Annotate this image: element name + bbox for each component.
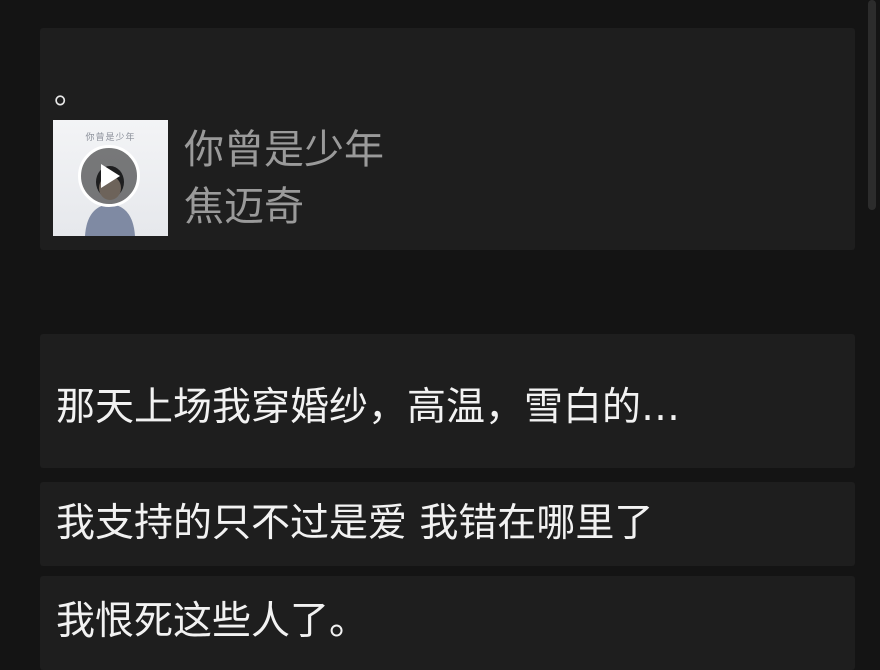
message-text: 我恨死这些人了。 [56, 599, 369, 644]
music-share-message: 。 你曾是少年 你曾是少年 焦迈奇 [40, 28, 855, 250]
song-title: 你曾是少年 [184, 127, 384, 173]
chat-screen: { "colors": { "background": "#141414", "… [0, 0, 880, 670]
album-cover[interactable]: 你曾是少年 [53, 120, 168, 236]
play-icon [101, 164, 120, 188]
message-item[interactable]: 我恨死这些人了。 [40, 576, 855, 670]
song-artist: 焦迈奇 [184, 184, 304, 230]
message-item[interactable]: 我支持的只不过是爱 我错在哪里了 [40, 482, 855, 566]
album-cover-text: 你曾是少年 [85, 133, 136, 143]
message-text: 我支持的只不过是爱 我错在哪里了 [56, 501, 654, 546]
scrollbar[interactable] [868, 0, 876, 210]
message-item[interactable]: 那天上场我穿婚纱，高温，雪白的… [40, 334, 855, 468]
play-button[interactable] [78, 145, 140, 207]
music-meta: 你曾是少年 焦迈奇 [184, 122, 384, 236]
message-caption: 。 [54, 73, 87, 111]
message-text: 那天上场我穿婚纱，高温，雪白的… [56, 385, 681, 430]
music-card[interactable]: 你曾是少年 你曾是少年 焦迈奇 [53, 120, 384, 236]
